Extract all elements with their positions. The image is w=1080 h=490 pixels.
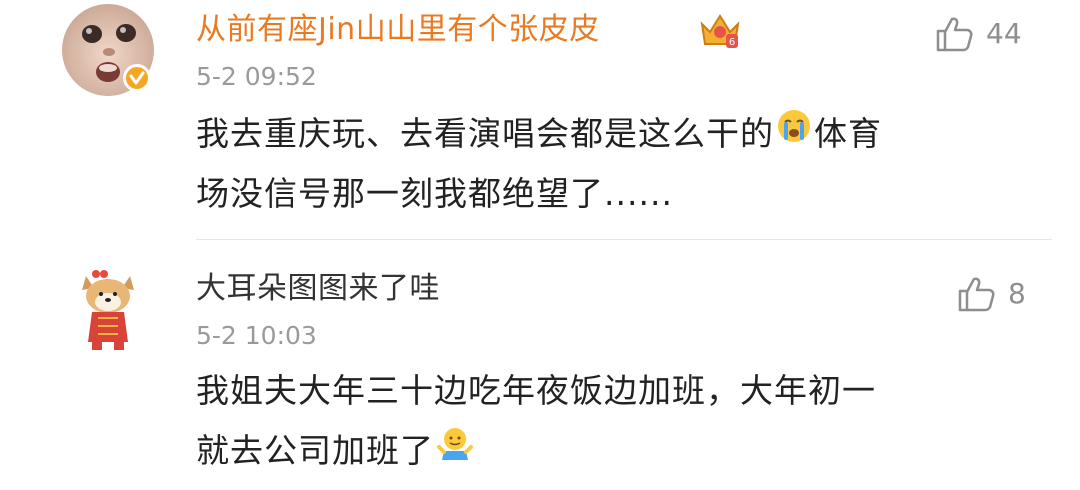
comment-text: 我姐夫大年三十边吃年夜饭边加班，大年初一 就去公司加班了 (196, 361, 1026, 481)
comment-text: 我去重庆玩、去看演唱会都是这么干的 体育 场没信号那一刻我都绝望了...... (196, 104, 1026, 224)
thumbs-up-icon (936, 17, 973, 52)
like-count: 8 (1008, 277, 1026, 310)
thumbs-up-icon (958, 277, 995, 312)
comment-line: 就去公司加班了 (196, 421, 1026, 481)
avatar[interactable] (62, 262, 154, 354)
like-button[interactable]: 8 (956, 274, 1026, 314)
username[interactable]: 从前有座Jin山山里有个张皮皮 (196, 12, 600, 48)
cartoon-dog-avatar (62, 262, 154, 354)
comment-timestamp: 5-2 10:03 (196, 321, 317, 350)
comment-item: 从前有座Jin山山里有个张皮皮 6 5-2 09:52 44 我去重庆玩、去看演… (0, 0, 1080, 240)
shrug-emoji-icon (436, 420, 474, 480)
comment-item: 大耳朵图图来了哇 5-2 10:03 8 我姐夫大年三十边吃年夜饭边加班，大年初… (0, 240, 1080, 490)
comment-line: 我去重庆玩、去看演唱会都是这么干的 体育 (196, 104, 1026, 164)
crown-badge-icon: 6 (698, 10, 742, 50)
svg-text:6: 6 (729, 37, 735, 48)
verified-badge-icon (123, 64, 151, 92)
comment-line: 我姐夫大年三十边吃年夜饭边加班，大年初一 (196, 371, 876, 410)
comment-line: 场没信号那一刻我都绝望了...... (196, 174, 673, 213)
like-count: 44 (986, 17, 1022, 50)
username[interactable]: 大耳朵图图来了哇 (196, 271, 440, 307)
like-button[interactable]: 44 (934, 14, 1022, 54)
crying-emoji-icon (776, 103, 812, 163)
comment-timestamp: 5-2 09:52 (196, 62, 317, 91)
